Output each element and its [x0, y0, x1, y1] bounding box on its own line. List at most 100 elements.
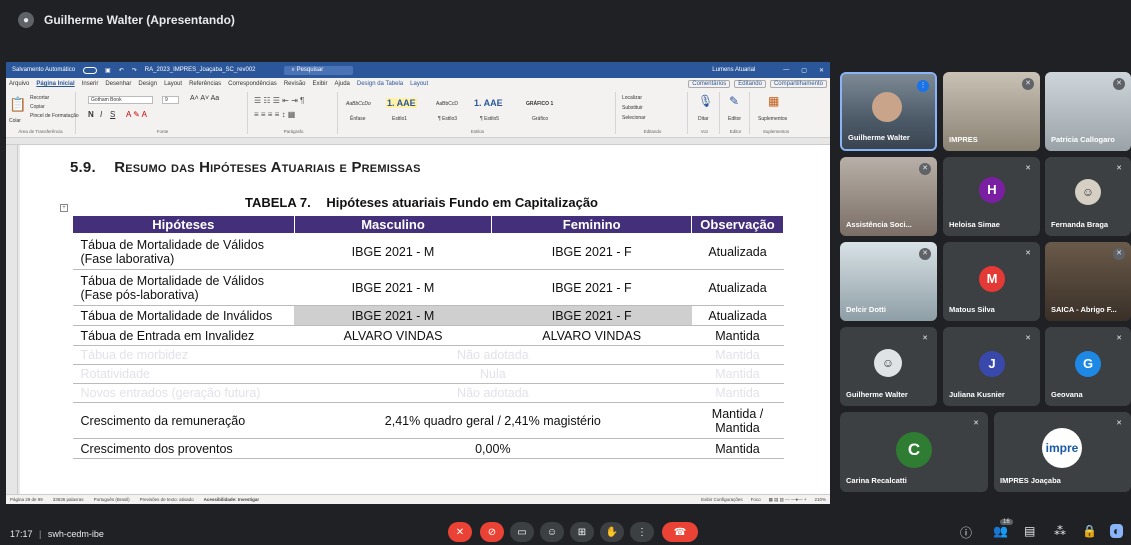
document-page[interactable]: 5.9. Resumo das Hipóteses Atuariais e Pr… [20, 145, 830, 494]
cell-observacao[interactable]: Atualizada [691, 233, 784, 270]
emoji-icon[interactable]: ☺ [540, 522, 564, 542]
language[interactable]: Português (Brasil) [94, 497, 130, 502]
addins-icon[interactable]: ▦ [768, 94, 779, 108]
info-icon[interactable]: ⓘ [960, 524, 972, 541]
tab-layout[interactable]: Layout [164, 81, 182, 87]
table-move-handle-icon[interactable]: + [60, 204, 68, 212]
select-button[interactable]: Selecionar [622, 115, 646, 121]
cell-hipotese[interactable]: Crescimento da remuneração [72, 402, 295, 439]
table-row[interactable]: Tábua de Mortalidade de Válidos (Fase la… [72, 233, 784, 270]
cell-observacao[interactable]: Mantida [691, 438, 784, 459]
zoom-level[interactable]: 210% [814, 497, 826, 503]
tab-design[interactable]: Design [138, 81, 157, 87]
user-name[interactable]: Lumens Atuarial [712, 67, 755, 73]
people-icon[interactable]: 👥 [993, 524, 1008, 538]
cell-masculino[interactable]: IBGE 2021 - M [294, 233, 492, 270]
cell-observacao[interactable]: Mantida [691, 345, 784, 365]
participant-tile[interactable]: impre ✕ IMPRES Joaçaba [994, 412, 1131, 492]
cell-hipotese[interactable]: Tábua de Entrada em Invalidez [72, 325, 295, 346]
filename[interactable]: RA_2023_IMPRES_Joaçaba_SC_rev002 [145, 67, 256, 73]
dictate-button[interactable]: Ditar [698, 116, 709, 122]
paste-icon[interactable]: 📋 [9, 96, 26, 113]
cell-observacao[interactable]: Atualizada [691, 305, 784, 326]
participant-tile[interactable]: ✕ Patricia Callogaro [1045, 72, 1131, 151]
cell-ambos[interactable]: Não adotada [294, 345, 692, 365]
search-box[interactable]: ⌕ Pesquisar [283, 65, 354, 75]
cell-feminino[interactable]: IBGE 2021 - F [491, 233, 692, 270]
cell-hipotese[interactable]: Tábua de Mortalidade de Válidos (Fase pó… [72, 269, 295, 306]
tab-arquivo[interactable]: Arquivo [9, 81, 29, 87]
table-row[interactable]: Tábua de Mortalidade de Válidos (Fase pó… [72, 269, 784, 306]
cell-observacao[interactable]: Mantida [691, 364, 784, 384]
format-painter-button[interactable]: Pincel de Formatação [30, 113, 79, 119]
microphone-icon[interactable]: 🎙 [698, 94, 713, 108]
autosave-label[interactable]: Salvamento Automático [12, 67, 75, 73]
list-icons[interactable]: ☰ ☷ ☰ ⇤ ⇥ ¶ [254, 96, 304, 105]
cell-hipotese[interactable]: Tábua de Mortalidade de Inválidos [72, 305, 295, 326]
word-count[interactable]: 33636 palavras [53, 497, 84, 502]
cell-observacao[interactable]: Mantida / Mantida [691, 402, 784, 439]
maximize-icon[interactable]: ▢ [801, 67, 807, 74]
cell-hipotese[interactable]: Rotatividade [72, 364, 295, 384]
participant-tile[interactable]: H ✕ Heloisa Simae [943, 157, 1040, 236]
chat-icon[interactable]: ▤ [1024, 524, 1035, 538]
hypotheses-table[interactable]: Hipóteses Masculino Feminino Observação … [72, 215, 784, 459]
present-icon[interactable]: ⊞ [570, 522, 594, 542]
camera-off-icon[interactable]: ⊘ [480, 522, 504, 542]
table-row[interactable]: Crescimento da remuneração 2,41% quadro … [72, 402, 784, 439]
addins-button[interactable]: Suplementos [758, 116, 787, 122]
focus-mode[interactable]: Foco [751, 497, 761, 503]
cell-hipotese[interactable]: Tábua de Mortalidade de Válidos (Fase la… [72, 233, 295, 270]
cell-feminino[interactable]: ALVARO VINDAS [491, 325, 692, 346]
companion-icon[interactable]: ◐ [1110, 524, 1124, 538]
undo-icon[interactable]: ↶ [119, 67, 124, 74]
participant-tile[interactable]: C ✕ Carina Recalcatti [840, 412, 988, 492]
editor-button[interactable]: Editor [728, 116, 741, 122]
tab-desenhar[interactable]: Desenhar [105, 81, 131, 87]
copy-button[interactable]: Copiar [30, 104, 45, 110]
tab-pagina-inicial[interactable]: Página Inicial [36, 81, 74, 87]
cell-feminino[interactable]: IBGE 2021 - F [491, 269, 692, 306]
paste-button[interactable]: Colar [9, 118, 21, 124]
style-grafico-preview[interactable]: GRÁFICO 1 [526, 101, 553, 107]
tab-design-tabela[interactable]: Design da Tabela [357, 81, 403, 87]
display-settings[interactable]: Exibir Configurações [701, 497, 743, 503]
table-row[interactable]: Tábua de Entrada em Invalidez ALVARO VIN… [72, 325, 784, 346]
tab-layout-tabela[interactable]: Layout [410, 81, 428, 87]
cell-ambos[interactable]: Não adotada [294, 383, 692, 403]
save-icon[interactable]: ▣ [105, 67, 111, 74]
font-size-select[interactable]: 9 [162, 96, 179, 104]
font-color-icon[interactable]: A ✎ A [126, 110, 147, 119]
table-row[interactable]: Crescimento dos proventos 0,00% Mantida [72, 438, 784, 459]
italic-icon[interactable]: I [100, 110, 102, 119]
cell-hipotese[interactable]: Novos entrados (geração futura) [72, 383, 295, 403]
tab-exibir[interactable]: Exibir [313, 81, 328, 87]
participant-tile[interactable]: ✕ SAICA - Abrigo F... [1045, 242, 1131, 321]
cell-observacao[interactable]: Mantida [691, 383, 784, 403]
participant-tile[interactable]: M ✕ Matous Silva [943, 242, 1040, 321]
align-icons[interactable]: ≡ ≡ ≡ ≡ ↕ ▦ [254, 110, 295, 119]
font-grow-icon[interactable]: A˄ A˅ Aa [190, 95, 219, 102]
underline-icon[interactable]: S [110, 110, 115, 119]
captions-icon[interactable]: ▭ [510, 522, 534, 542]
bold-icon[interactable]: N [88, 110, 94, 119]
table-row[interactable]: Tábua de morbidez Não adotada Mantida [72, 345, 784, 365]
host-controls-icon[interactable]: 🔒 [1082, 524, 1097, 538]
cell-masculino[interactable]: IBGE 2021 - M [294, 269, 492, 306]
cut-button[interactable]: Recortar [30, 95, 49, 101]
participant-tile[interactable]: ☺ ✕ Guilherme Walter [840, 327, 937, 406]
style-estilo3-preview[interactable]: AaBbCcD [436, 101, 458, 107]
autosave-toggle[interactable] [83, 66, 98, 74]
document-area[interactable]: 5.9. Resumo das Hipóteses Atuariais e Pr… [6, 145, 830, 494]
text-predictions[interactable]: Previsões de texto: ativado [140, 497, 194, 502]
participant-tile[interactable]: ✕ IMPRES [943, 72, 1040, 151]
cell-observacao[interactable]: Mantida [691, 325, 784, 346]
leave-call-icon[interactable]: ☎ [662, 522, 698, 542]
cell-hipotese[interactable]: Crescimento dos proventos [72, 438, 295, 459]
more-options-icon[interactable]: ⋮ [630, 522, 654, 542]
style-estilo5-preview[interactable]: 1. AAE [474, 98, 503, 108]
cell-ambos[interactable]: 0,00% [294, 438, 692, 459]
cell-hipotese[interactable]: Tábua de morbidez [72, 345, 295, 365]
table-row[interactable]: Novos entrados (geração futura) Não adot… [72, 383, 784, 403]
cell-feminino[interactable]: IBGE 2021 - F [491, 305, 692, 326]
